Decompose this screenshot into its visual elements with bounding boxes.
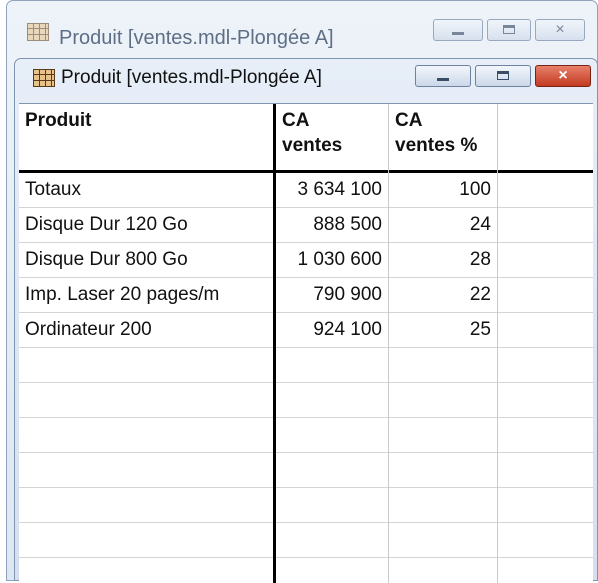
table-header: Produit CA ventes CA ventes % — [19, 104, 593, 170]
product-name-cell[interactable]: Imp. Laser 20 pages/m — [19, 278, 273, 312]
ca-ventes-cell[interactable]: 1 030 600 — [276, 243, 388, 277]
table-row[interactable]: Disque Dur 120 Go 888 500 24 — [19, 208, 593, 243]
ca-ventes-pct-cell[interactable]: 100 — [389, 173, 497, 207]
table-app-icon — [27, 23, 49, 41]
empty-row[interactable] — [19, 488, 593, 523]
row-header-separator — [273, 104, 276, 583]
column-header-ca-ventes-pct[interactable]: CA ventes % — [389, 104, 497, 170]
empty-row[interactable] — [19, 418, 593, 453]
background-close-button[interactable]: × — [535, 19, 585, 41]
table-row[interactable]: Imp. Laser 20 pages/m 790 900 22 — [19, 278, 593, 313]
minimize-icon — [437, 78, 449, 81]
ca-ventes-cell[interactable]: 924 100 — [276, 313, 388, 347]
minimize-icon — [452, 32, 464, 35]
close-button[interactable]: × — [535, 65, 591, 87]
column-divider — [388, 104, 389, 583]
empty-row[interactable] — [19, 383, 593, 418]
empty-row[interactable] — [19, 453, 593, 488]
background-minimize-button[interactable] — [433, 19, 483, 41]
product-name-cell[interactable]: Totaux — [19, 173, 273, 207]
column-header-empty[interactable] — [498, 104, 593, 170]
close-icon: × — [555, 21, 565, 38]
column-divider — [497, 104, 498, 583]
ca-ventes-pct-cell[interactable]: 28 — [389, 243, 497, 277]
empty-row[interactable] — [19, 523, 593, 558]
ca-ventes-cell[interactable]: 888 500 — [276, 208, 388, 242]
maximize-button[interactable] — [475, 65, 531, 87]
background-maximize-button[interactable] — [487, 19, 531, 41]
empty-row[interactable] — [19, 348, 593, 383]
product-name-cell[interactable]: Ordinateur 200 — [19, 313, 273, 347]
table-row[interactable]: Disque Dur 800 Go 1 030 600 28 — [19, 243, 593, 278]
product-window[interactable]: Produit [ventes.mdl-Plongée A] × Produit… — [14, 58, 598, 583]
ca-ventes-cell[interactable]: 790 900 — [276, 278, 388, 312]
ca-ventes-pct-cell[interactable]: 22 — [389, 278, 497, 312]
minimize-button[interactable] — [415, 65, 471, 87]
ca-ventes-pct-cell[interactable]: 24 — [389, 208, 497, 242]
ca-ventes-pct-cell[interactable]: 25 — [389, 313, 497, 347]
table-row[interactable]: Ordinateur 200 924 100 25 — [19, 313, 593, 348]
empty-row[interactable] — [19, 558, 593, 583]
ca-ventes-cell[interactable]: 3 634 100 — [276, 173, 388, 207]
maximize-icon — [497, 71, 509, 80]
window-title: Produit [ventes.mdl-Plongée A] — [61, 67, 322, 88]
maximize-icon — [503, 25, 515, 34]
data-grid[interactable]: Produit CA ventes CA ventes % Totaux 3 63… — [19, 103, 593, 583]
close-icon: × — [558, 67, 568, 84]
table-app-icon — [33, 69, 55, 87]
background-window-title: Produit [ventes.mdl-Plongée A] — [59, 27, 334, 49]
product-name-cell[interactable]: Disque Dur 120 Go — [19, 208, 273, 242]
product-name-cell[interactable]: Disque Dur 800 Go — [19, 243, 273, 277]
column-header-ca-ventes[interactable]: CA ventes — [276, 104, 388, 170]
column-header-produit[interactable]: Produit — [19, 104, 273, 170]
table-row[interactable]: Totaux 3 634 100 100 — [19, 173, 593, 208]
